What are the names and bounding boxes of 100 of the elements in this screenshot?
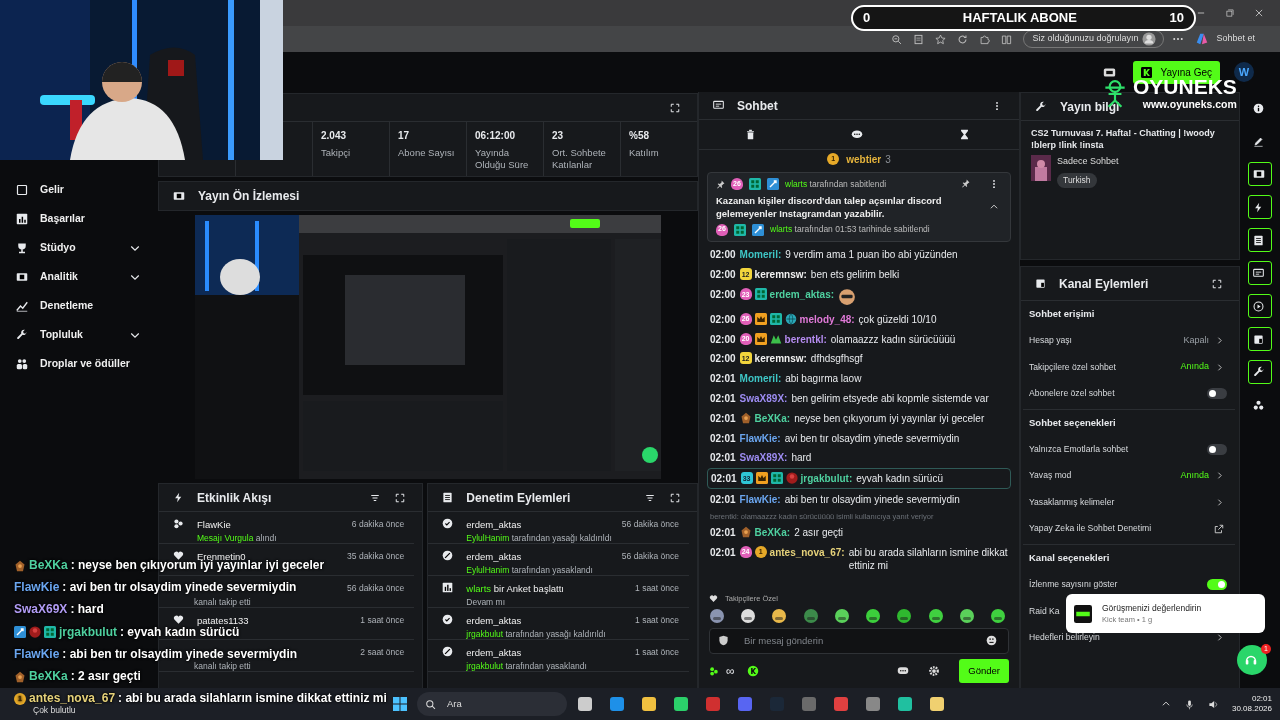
emote-icon[interactable]: [833, 607, 850, 624]
refresh-icon[interactable]: [957, 33, 969, 45]
settings-icon[interactable]: [928, 664, 941, 677]
sidebar-item[interactable]: Topluluk: [16, 320, 158, 349]
check-circle-icon: [442, 518, 454, 529]
hourglass-icon[interactable]: [958, 129, 970, 140]
panel-icon: [1035, 278, 1046, 289]
copilot-icon[interactable]: [1195, 32, 1210, 46]
pin-icon[interactable]: [961, 179, 970, 189]
emote-icon[interactable]: [958, 607, 975, 624]
copilot-label[interactable]: Sohbet et: [1216, 32, 1255, 46]
username[interactable]: berentkl:: [784, 332, 827, 346]
app-icon[interactable]: [929, 696, 945, 712]
app-icon[interactable]: [673, 696, 689, 712]
username[interactable]: BeXKa:: [754, 525, 791, 539]
username[interactable]: keremnsw:: [754, 352, 807, 366]
toggle-switch[interactable]: [1207, 579, 1227, 590]
pin-icon[interactable]: [716, 179, 725, 189]
bookmarks-icon[interactable]: [1001, 33, 1013, 45]
sidebar-item[interactable]: Başarılar: [16, 204, 158, 233]
toggle-switch[interactable]: [1207, 388, 1227, 399]
emote-icon[interactable]: [989, 607, 1006, 624]
message-text: dfhdsgfhsgf: [810, 352, 864, 366]
username[interactable]: Momeril:: [739, 372, 782, 386]
puzzle-icon[interactable]: [979, 33, 991, 45]
heart-icon: [709, 593, 718, 603]
microphone-icon[interactable]: [1183, 698, 1195, 710]
expand-icon[interactable]: [1212, 278, 1222, 289]
external-link-icon[interactable]: [1214, 524, 1224, 535]
message-input[interactable]: Bir mesaj gönderin: [742, 632, 976, 649]
shield-icon[interactable]: [718, 635, 729, 647]
emote-icon[interactable]: [927, 607, 944, 624]
widget-toggle-button[interactable]: [1248, 195, 1272, 219]
sidebar-item[interactable]: Stüdyo: [16, 233, 158, 262]
studio-icon[interactable]: [1103, 65, 1117, 79]
sidebar-item[interactable]: Analitik: [16, 262, 158, 291]
panel-title: Denetim Eylemleri: [466, 489, 571, 507]
username[interactable]: jrgakbulut:: [800, 472, 853, 486]
emote-icon[interactable]: [771, 607, 788, 624]
app-icon[interactable]: [897, 696, 913, 712]
widget-toggle-button[interactable]: [1248, 162, 1272, 186]
username[interactable]: FlawKie:: [739, 431, 781, 445]
chevron-up-icon[interactable]: [1160, 699, 1171, 709]
widget-toggle-button[interactable]: [1248, 360, 1272, 384]
category-name[interactable]: Sadece Sohbet: [1057, 155, 1119, 169]
restore-icon[interactable]: [1225, 8, 1235, 18]
username[interactable]: FlawKie:: [739, 492, 781, 506]
username[interactable]: melody_48:: [799, 312, 855, 326]
app-icon[interactable]: [609, 696, 625, 712]
user-avatar[interactable]: W: [1234, 62, 1254, 82]
expand-icon[interactable]: [670, 102, 680, 113]
help-button[interactable]: [1237, 645, 1267, 675]
emote-icon[interactable]: [865, 607, 882, 624]
setting-value[interactable]: Anında: [1180, 360, 1209, 374]
setting-value[interactable]: Anında: [1180, 469, 1209, 483]
k-coin-icon[interactable]: [746, 664, 759, 677]
username[interactable]: Momeril:: [739, 248, 782, 262]
filter-icon[interactable]: [370, 492, 381, 503]
close-icon[interactable]: [1254, 8, 1264, 18]
timestamp: 02:00: [710, 312, 736, 326]
username[interactable]: antes_nova_67:: [769, 545, 845, 559]
zoom-icon[interactable]: [891, 33, 903, 45]
widget-toggle-button[interactable]: [1248, 294, 1272, 318]
app-icon[interactable]: [577, 696, 593, 712]
username[interactable]: erdem_aktas:: [769, 288, 835, 302]
app-icon[interactable]: [865, 696, 881, 712]
app-icon[interactable]: [641, 696, 657, 712]
expand-icon[interactable]: [395, 492, 406, 503]
chat-bubble-icon[interactable]: [897, 664, 910, 677]
emote-icon[interactable]: [740, 607, 757, 624]
send-button[interactable]: Gönder: [959, 658, 1009, 683]
sidebar-item[interactable]: Droplar ve ödüller: [16, 349, 158, 378]
sidebar-item[interactable]: Gelir: [16, 175, 158, 204]
overlay-username: BeXKa: [29, 558, 68, 572]
username[interactable]: SwaX89X:: [739, 391, 788, 405]
windows-start-icon[interactable]: [392, 696, 408, 712]
document-icon[interactable]: [913, 33, 925, 45]
search-field[interactable]: Ara: [417, 692, 567, 716]
widget-toggle-button[interactable]: [1248, 261, 1272, 285]
clock[interactable]: 02:01 30.08.2026: [1231, 693, 1272, 715]
square-icon: [16, 183, 28, 196]
emote-icon[interactable]: [896, 607, 913, 624]
emote-icon[interactable]: [709, 607, 725, 624]
emoji-icon[interactable]: [986, 635, 997, 647]
widget-toggle-button[interactable]: [1248, 327, 1272, 351]
username[interactable]: keremnsw:: [754, 268, 807, 282]
sidebar-item[interactable]: Denetleme: [16, 291, 158, 320]
widget-toggle-button[interactable]: [1248, 228, 1272, 252]
points-icon[interactable]: [709, 665, 719, 676]
toggle-switch[interactable]: [1207, 443, 1227, 455]
expand-icon[interactable]: [670, 492, 680, 503]
message-field[interactable]: Bir mesaj gönderin: [709, 627, 1009, 654]
filter-icon[interactable]: [645, 492, 655, 503]
username[interactable]: SwaX89X:: [739, 451, 788, 465]
star-icon[interactable]: [935, 33, 947, 45]
speech-bubble-icon[interactable]: [851, 128, 864, 141]
setting-value[interactable]: Kapalı: [1183, 333, 1209, 348]
username[interactable]: BeXKa:: [754, 411, 791, 425]
trash-icon[interactable]: [745, 129, 757, 140]
message-text: 2 asır geçti: [794, 525, 845, 539]
